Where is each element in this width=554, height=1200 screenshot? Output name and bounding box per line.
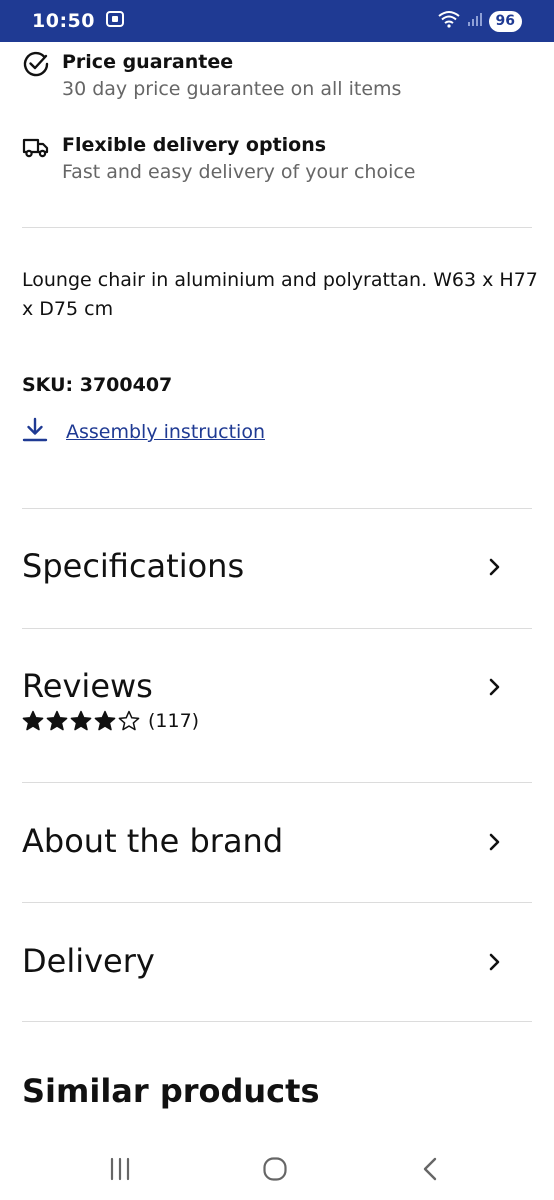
status-bar: 10:50 96 <box>0 0 554 42</box>
star-rating <box>22 710 142 732</box>
benefit-subtitle: 30 day price guarantee on all items <box>62 78 402 100</box>
assembly-link-text[interactable]: Assembly instruction <box>66 421 265 443</box>
divider <box>22 508 532 509</box>
check-circle-icon <box>22 50 52 80</box>
benefit-flexible-delivery: Flexible delivery options Fast and easy … <box>22 133 416 187</box>
chevron-right-icon[interactable] <box>484 675 504 699</box>
star-filled-icon <box>94 710 116 731</box>
divider <box>22 782 532 783</box>
divider <box>22 1021 532 1022</box>
reviews-rating: (117) <box>22 710 199 732</box>
back-icon[interactable] <box>410 1151 450 1187</box>
assembly-instruction-link[interactable]: Assembly instruction <box>22 416 265 448</box>
divider <box>22 628 532 629</box>
download-icon <box>22 416 48 448</box>
status-time: 10:50 <box>32 10 95 32</box>
chevron-right-icon[interactable] <box>484 830 504 854</box>
product-description: Lounge chair in aluminium and polyrattan… <box>22 269 538 320</box>
status-right: 96 <box>437 10 522 32</box>
sku: SKU: 3700407 <box>22 374 172 396</box>
divider <box>22 902 532 903</box>
star-filled-icon <box>70 710 92 731</box>
sku-value: 3700407 <box>79 374 173 396</box>
benefit-subtitle: Fast and easy delivery of your choice <box>62 161 416 183</box>
star-filled-icon <box>22 710 44 731</box>
similar-products-heading: Similar products <box>22 1072 320 1110</box>
benefit-title: Price guarantee <box>62 51 234 73</box>
status-left: 10:50 <box>32 10 125 32</box>
divider <box>22 227 532 228</box>
review-count: (117) <box>148 710 200 732</box>
wifi-icon <box>437 10 461 32</box>
chevron-right-icon[interactable] <box>484 555 504 579</box>
section-reviews[interactable]: Reviews <box>22 667 153 705</box>
battery-badge: 96 <box>488 10 522 32</box>
truck-icon <box>22 133 52 163</box>
recent-apps-icon[interactable] <box>100 1151 140 1187</box>
benefit-price-guarantee: Price guarantee 30 day price guarantee o… <box>22 50 401 104</box>
navigation-bar <box>0 1135 554 1200</box>
sku-label: SKU: <box>22 374 74 396</box>
chevron-right-icon[interactable] <box>484 950 504 974</box>
star-filled-icon <box>46 710 68 731</box>
signal-icon <box>467 11 483 31</box>
benefit-title: Flexible delivery options <box>62 134 327 156</box>
section-about-brand[interactable]: About the brand <box>22 822 283 860</box>
section-specifications[interactable]: Specifications <box>22 547 244 585</box>
screen-record-icon <box>105 10 125 32</box>
section-delivery[interactable]: Delivery <box>22 942 155 980</box>
star-empty-icon <box>118 710 140 731</box>
home-icon[interactable] <box>255 1151 295 1187</box>
